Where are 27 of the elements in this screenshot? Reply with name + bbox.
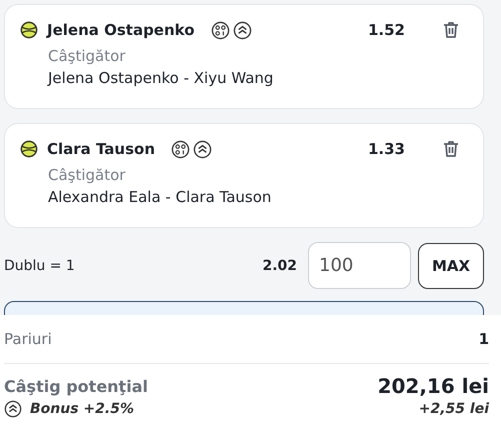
bets-count: 1 (478, 330, 489, 348)
delete-icon[interactable] (441, 139, 461, 159)
boost-icon (193, 140, 212, 158)
max-button[interactable]: MAX (418, 242, 484, 288)
player-name: Clara Tauson (47, 140, 156, 158)
match-name: Jelena Ostapenko - Xiyu Wang (48, 69, 274, 87)
combo-odds: 2.02 (262, 258, 297, 274)
score-icon (171, 140, 190, 158)
match-name: Alexandra Eala - Clara Tauson (48, 188, 272, 206)
bonus-label: Bonus +2.5% (30, 401, 134, 417)
tennis-ball-icon (20, 140, 38, 158)
bets-label: Pariuri (4, 330, 52, 348)
delete-icon[interactable] (441, 20, 461, 40)
odds-value: 1.33 (368, 140, 405, 158)
tennis-ball-icon (20, 21, 38, 39)
stake-input[interactable]: 100 (308, 242, 411, 289)
combo-label: Dublu = 1 (4, 258, 76, 274)
potential-win-label: Câştig potenţial (4, 376, 148, 396)
market-label: Câştigător (48, 166, 126, 184)
potential-win-value: 202,16 lei (378, 374, 489, 398)
market-label: Câştigător (48, 47, 126, 65)
boost-icon (232, 20, 252, 40)
score-icon (210, 20, 230, 40)
odds-value: 1.52 (368, 21, 405, 39)
bonus-value: +2,55 lei (418, 401, 489, 417)
player-name: Jelena Ostapenko (47, 21, 195, 39)
boost-icon (4, 400, 22, 418)
